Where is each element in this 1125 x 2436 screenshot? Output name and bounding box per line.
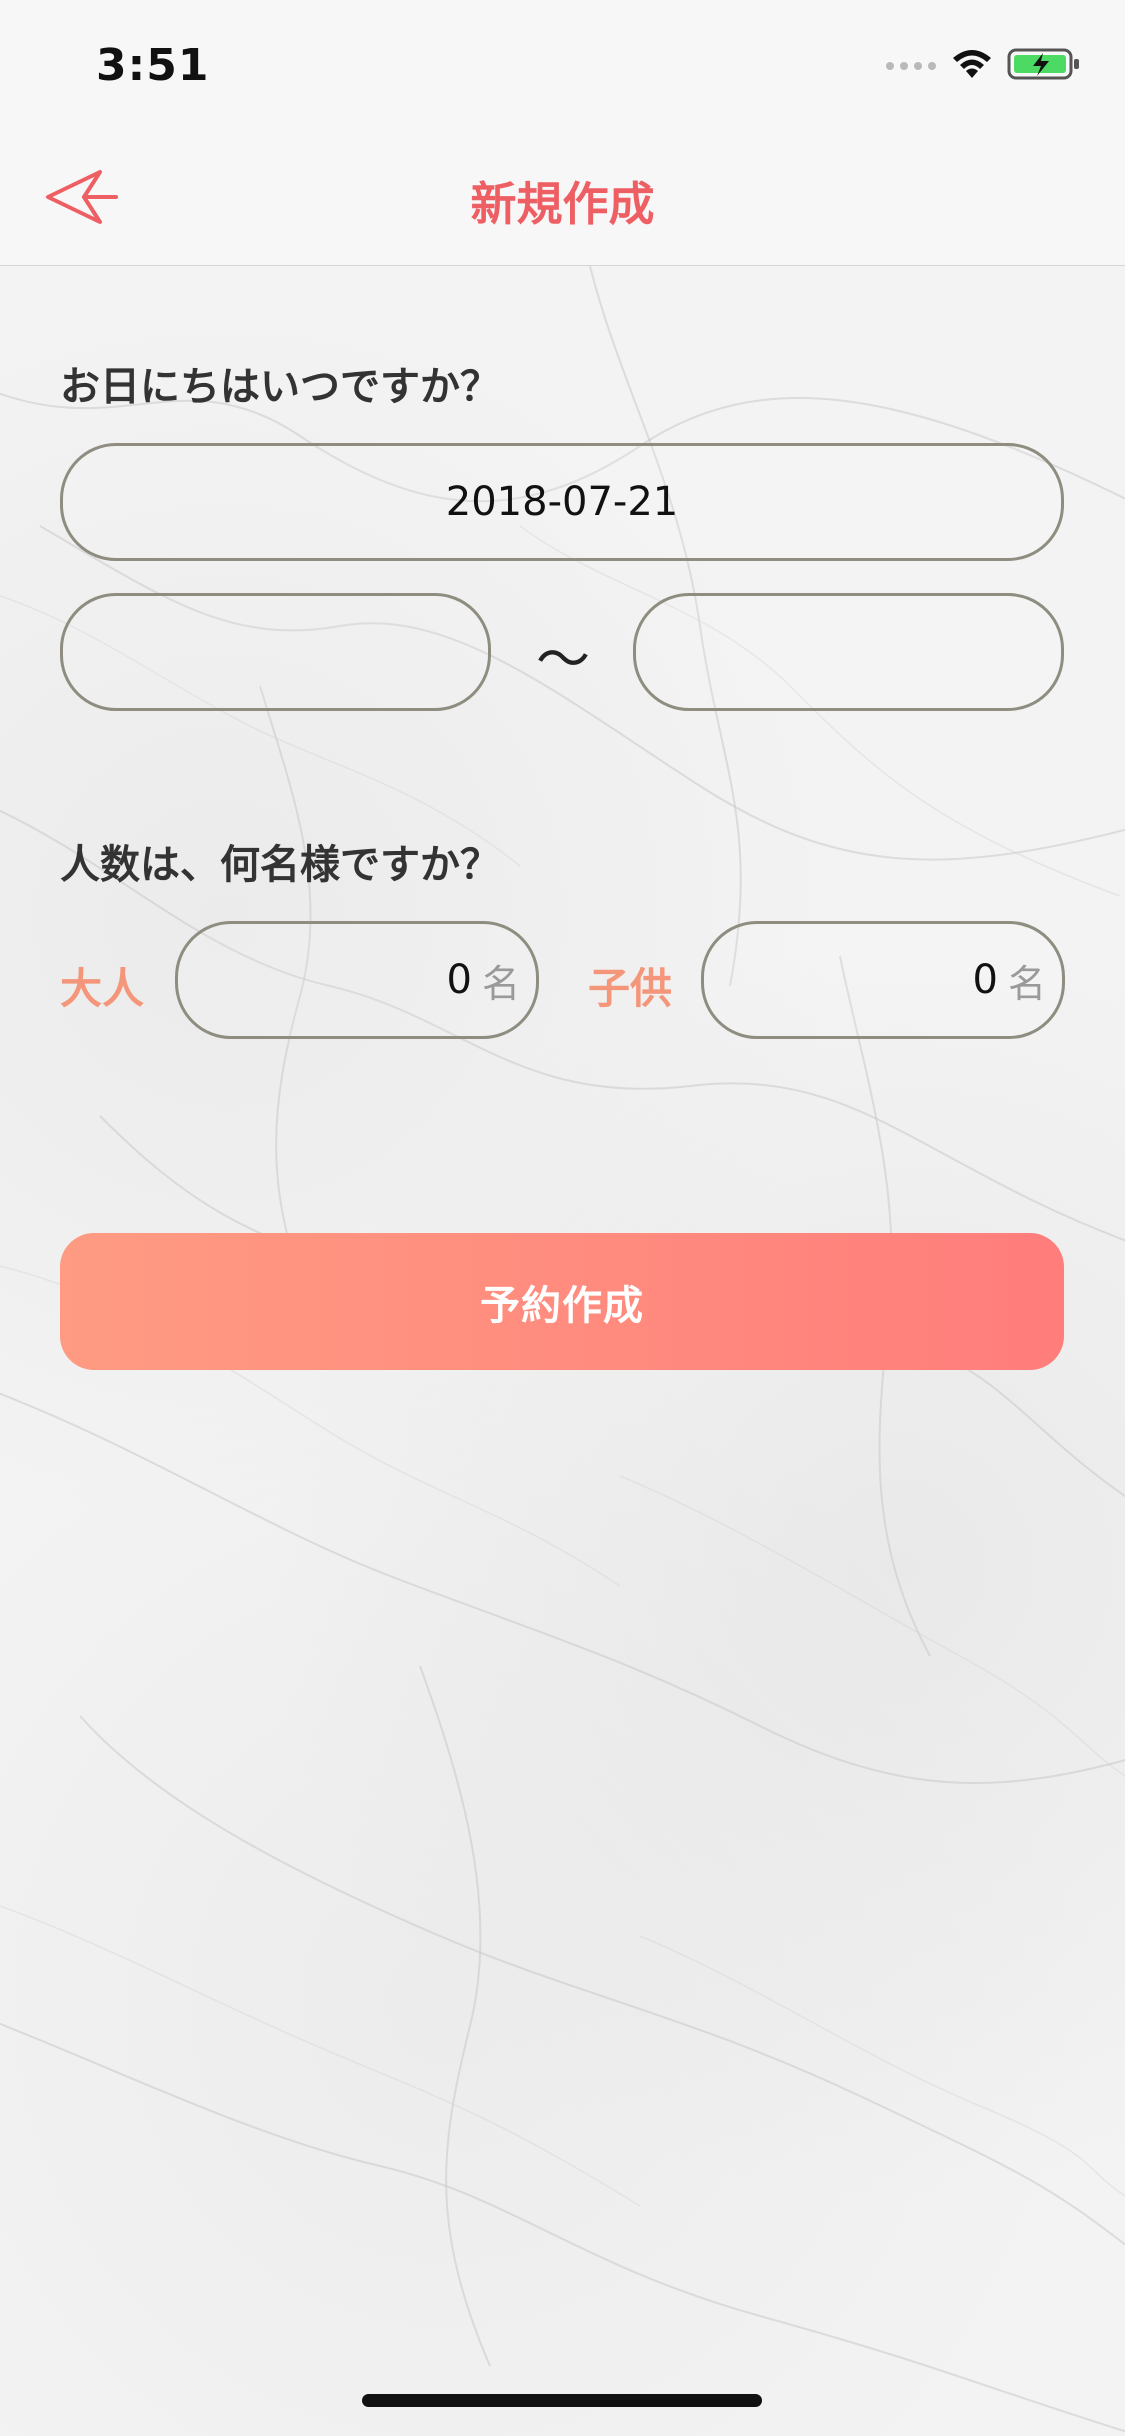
create-reservation-button[interactable]: 予約作成 [60,1233,1064,1370]
adult-count-unit: 名 [481,961,520,1006]
status-bar: 3:51 [0,0,1125,132]
wifi-icon [951,48,993,84]
child-label: 子供 [588,964,673,1013]
start-time-input[interactable] [60,593,491,711]
status-time: 3:51 [96,40,210,91]
adult-label: 大人 [60,964,145,1013]
status-icons [885,46,1081,86]
home-indicator[interactable] [362,2394,762,2407]
date-question: お日にちはいつですか？ [60,364,500,410]
navigation-bar: 新規作成 [0,132,1125,267]
child-count-value: 0 [972,957,998,1003]
battery-icon [1007,47,1081,85]
people-question: 人数は、何名様ですか？ [60,842,500,888]
date-input[interactable]: 2018-07-21 [60,443,1064,561]
adult-count-input[interactable]: 0 名 [175,921,539,1039]
child-count-input[interactable]: 0 名 [701,921,1065,1039]
child-count-unit: 名 [1007,961,1046,1006]
page-title: 新規作成 [470,177,655,231]
end-time-input[interactable] [633,593,1064,711]
range-separator: 〜 [536,628,590,691]
signal-icon [885,57,937,76]
adult-count-value: 0 [446,957,472,1003]
